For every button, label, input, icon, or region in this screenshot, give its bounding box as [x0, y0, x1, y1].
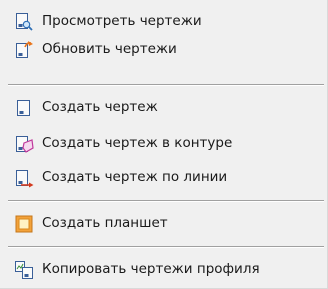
create-drawing-icon — [14, 98, 34, 118]
menu-item-refresh-drawings[interactable]: Обновить чертежи — [0, 36, 326, 62]
menu-item-label: Создать чертеж по линии — [42, 169, 228, 185]
menu-item-label: Обновить чертежи — [42, 41, 177, 57]
menu-item-copy-profile-drawings[interactable]: Копировать чертежи профиля — [0, 256, 326, 282]
menu-separator — [8, 246, 324, 248]
menu-item-label: Создать чертеж в контуре — [42, 135, 233, 151]
menu-item-label: Создать чертеж — [42, 99, 158, 115]
menu-item-label: Создать планшет — [42, 215, 168, 231]
menu-separator — [8, 84, 324, 86]
refresh-drawings-icon — [14, 40, 34, 60]
menu-item-view-drawings[interactable]: Просмотреть чертежи — [0, 8, 326, 34]
create-drawing-along-line-icon — [14, 168, 34, 188]
copy-profile-drawings-icon — [14, 260, 34, 280]
create-tablet-icon — [14, 214, 34, 234]
menu-item-label: Просмотреть чертежи — [42, 13, 202, 29]
menu-item-create-tablet[interactable]: Создать планшет — [0, 210, 326, 236]
create-drawing-in-contour-icon — [14, 134, 34, 154]
menu-item-create-drawing-along-line[interactable]: Создать чертеж по линии — [0, 164, 326, 190]
menu-item-create-drawing-in-contour[interactable]: Создать чертеж в контуре — [0, 130, 326, 156]
menu-separator — [8, 200, 324, 202]
context-menu: Просмотреть чертежи Обновить чертежи Соз… — [0, 0, 328, 289]
menu-item-label: Копировать чертежи профиля — [42, 261, 260, 277]
view-drawings-icon — [14, 12, 34, 32]
menu-item-create-drawing[interactable]: Создать чертеж — [0, 94, 326, 120]
